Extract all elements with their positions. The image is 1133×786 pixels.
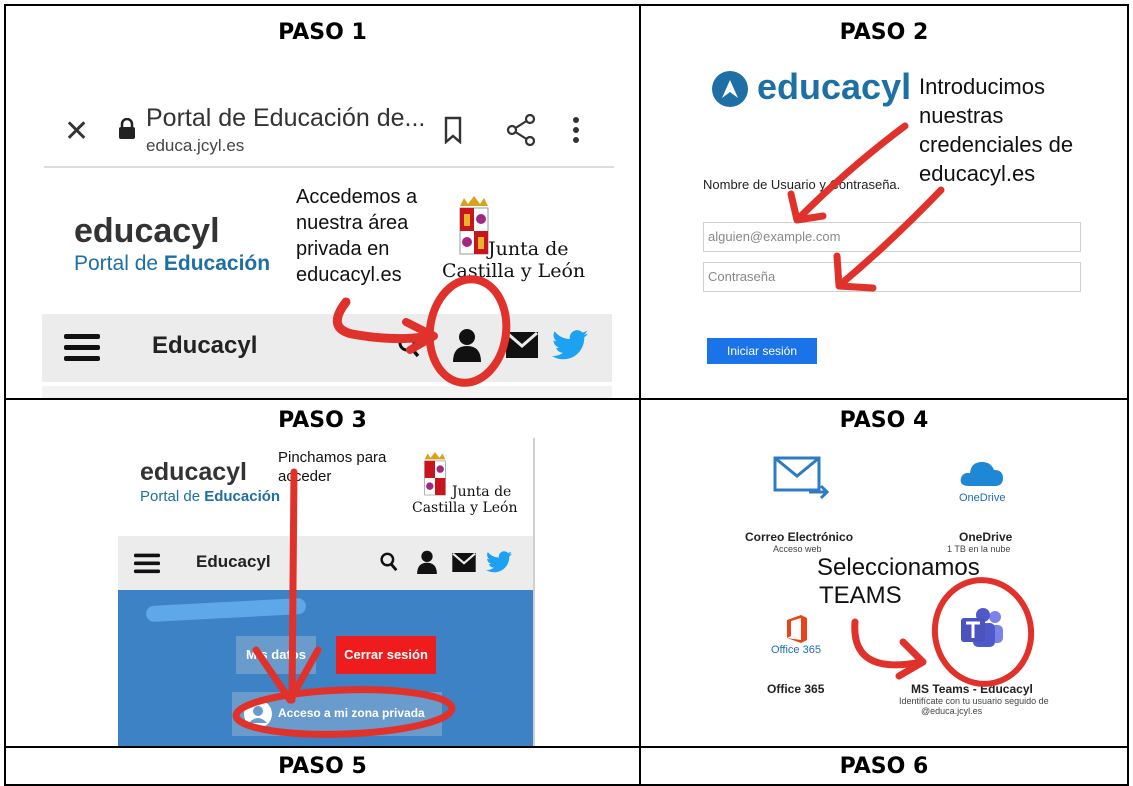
step-3-cell: PASO 3 educacyl Portal de Educación Pinc… — [4, 398, 641, 748]
step-5-cell: PASO 5 — [4, 746, 641, 786]
red-annotation-arrow — [787, 122, 945, 292]
step-6-cell: PASO 6 — [639, 746, 1129, 786]
step-1-cell: PASO 1 ✕ Portal de Educación de... educa… — [4, 4, 641, 400]
red-annotation-arrow — [332, 275, 511, 387]
red-annotation-arrow — [232, 468, 456, 738]
red-annotation-arrow — [851, 577, 1035, 687]
step-5-heading: PASO 5 — [278, 754, 367, 779]
step-4-cell: PASO 4 OneDrive Correo Electrónico Acces… — [639, 398, 1129, 748]
step-6-heading: PASO 6 — [839, 754, 929, 779]
step-2-cell: PASO 2 educacyl Introducimos nuestras cr… — [639, 4, 1129, 400]
